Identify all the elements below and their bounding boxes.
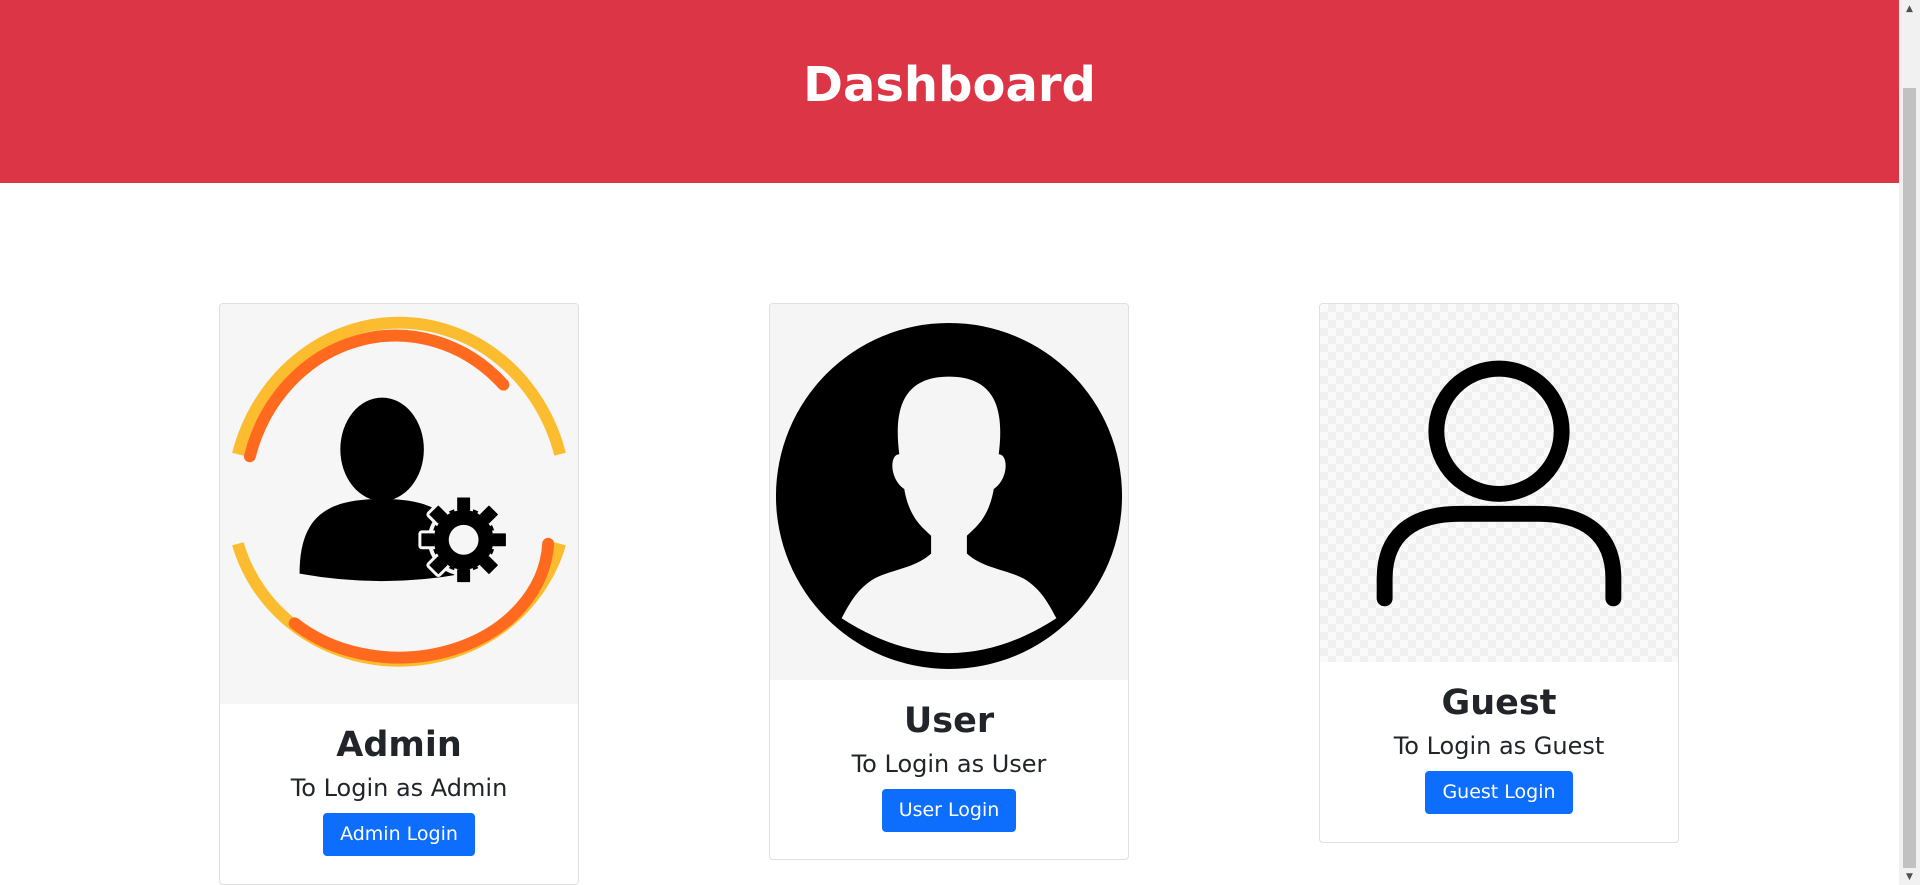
guest-card-title: Guest <box>1441 683 1557 723</box>
user-card-body: User To Login as User User Login <box>770 680 1128 832</box>
guest-card: Guest To Login as Guest Guest Login <box>1319 303 1679 843</box>
viewport: Dashboard Admin To Login as Admin Admin … <box>0 0 1920 885</box>
guest-card-text: To Login as Guest <box>1393 732 1605 760</box>
user-card-text: To Login as User <box>851 750 1047 778</box>
guest-outline-icon <box>1376 360 1622 607</box>
page-title: Dashboard <box>803 56 1096 113</box>
user-card: User To Login as User User Login <box>769 303 1129 860</box>
admin-card-title: Admin <box>336 725 462 765</box>
page-scrollbar[interactable]: ▲ ▼ <box>1899 0 1920 885</box>
admin-login-button[interactable]: Admin Login <box>323 812 475 856</box>
guest-card-image <box>1320 304 1678 662</box>
admin-card: Admin To Login as Admin Admin Login <box>219 303 579 885</box>
admin-card-body: Admin To Login as Admin Admin Login <box>220 704 578 856</box>
scroll-up-arrow-icon[interactable]: ▲ <box>1899 0 1920 17</box>
scroll-down-arrow-icon[interactable]: ▼ <box>1899 868 1920 885</box>
user-card-title: User <box>903 701 995 741</box>
user-login-button[interactable]: User Login <box>881 788 1017 832</box>
guest-card-body: Guest To Login as Guest Guest Login <box>1320 662 1678 814</box>
user-silhouette-icon <box>775 322 1123 670</box>
page-header: Dashboard <box>0 0 1899 183</box>
guest-login-button[interactable]: Guest Login <box>1425 770 1573 814</box>
admin-gear-icon <box>232 316 566 667</box>
admin-card-text: To Login as Admin <box>290 774 508 802</box>
scrollbar-thumb[interactable] <box>1903 88 1916 868</box>
user-card-image <box>770 304 1128 680</box>
admin-card-image <box>220 304 578 704</box>
